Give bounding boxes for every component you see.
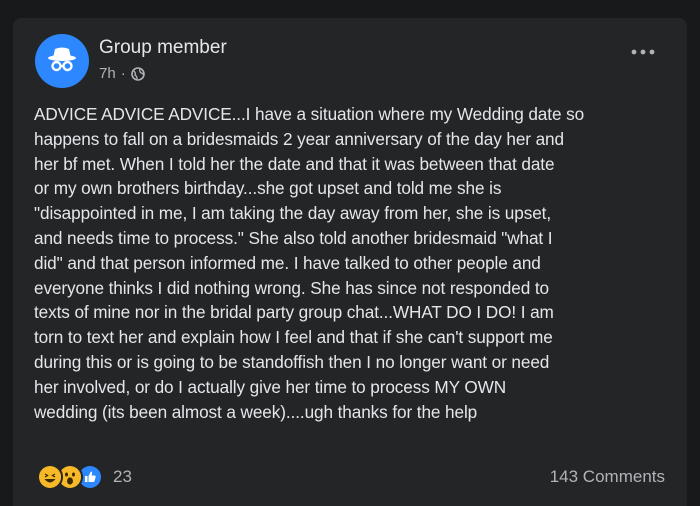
post-body: ADVICE ADVICE ADVICE...I have a situatio… (34, 104, 585, 422)
more-options-button[interactable] (629, 42, 657, 62)
more-options-icon (631, 49, 655, 55)
reactions-summary[interactable]: 23 (37, 464, 132, 490)
anonymous-member-icon (48, 47, 76, 72)
page: Group member 7h · ADVICE ADVICE ADVICE..… (0, 0, 700, 506)
comments-link[interactable]: 143 Comments (550, 467, 665, 487)
author-name[interactable]: Group member (99, 37, 227, 59)
post-card: Group member 7h · ADVICE ADVICE ADVICE..… (13, 18, 687, 506)
avatar[interactable] (35, 34, 89, 88)
post-time[interactable]: 7h (99, 65, 116, 82)
reaction-count[interactable]: 23 (113, 467, 132, 487)
post-meta: 7h · (99, 65, 145, 82)
haha-reaction-icon (37, 464, 63, 490)
globe-icon[interactable] (130, 66, 145, 81)
meta-separator: · (120, 65, 126, 82)
